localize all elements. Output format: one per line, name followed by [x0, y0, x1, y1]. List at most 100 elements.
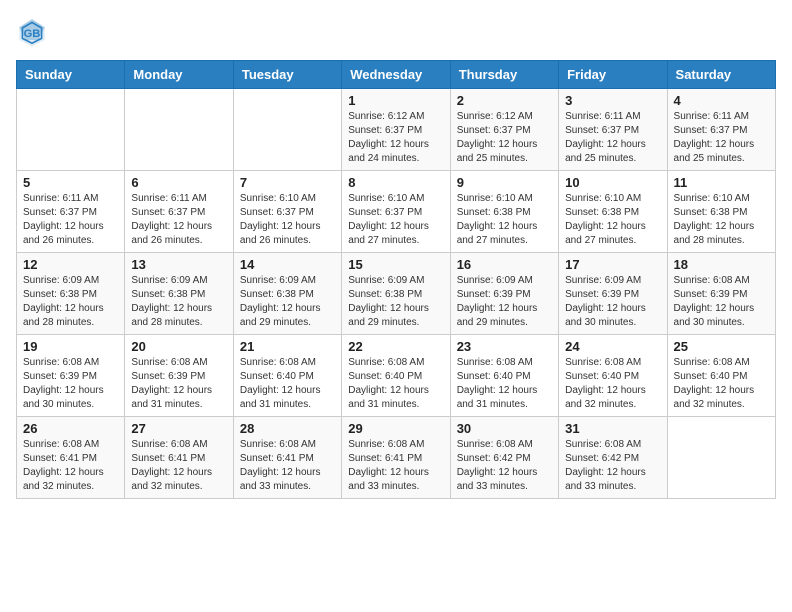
day-number: 9: [457, 175, 552, 190]
calendar-week-4: 26 Sunrise: 6:08 AM Sunset: 6:41 PM Dayli…: [17, 417, 776, 499]
day-number: 12: [23, 257, 118, 272]
calendar-cell: 25 Sunrise: 6:08 AM Sunset: 6:40 PM Dayli…: [667, 335, 775, 417]
calendar-cell: 5 Sunrise: 6:11 AM Sunset: 6:37 PM Daylig…: [17, 171, 125, 253]
calendar-cell: 1 Sunrise: 6:12 AM Sunset: 6:37 PM Daylig…: [342, 89, 450, 171]
day-info: Sunrise: 6:11 AM Sunset: 6:37 PM Dayligh…: [131, 192, 226, 248]
day-info: Sunrise: 6:10 AM Sunset: 6:37 PM Dayligh…: [348, 192, 443, 248]
calendar-cell: 12Sunrise: 6:09 AM Sunset: 6:38 PM Dayli…: [17, 253, 125, 335]
svg-text:GB: GB: [24, 28, 41, 40]
day-info: Sunrise: 6:08 AM Sunset: 6:40 PM Dayligh…: [674, 356, 769, 412]
day-info: Sunrise: 6:12 AM Sunset: 6:37 PM Dayligh…: [348, 110, 443, 166]
day-info: Sunrise: 6:09 AM Sunset: 6:38 PM Dayligh…: [131, 274, 226, 330]
calendar-cell: 13 Sunrise: 6:09 AM Sunset: 6:38 PM Dayli…: [125, 253, 233, 335]
calendar-cell: [667, 417, 775, 499]
col-header-tuesday: Tuesday: [233, 61, 341, 89]
day-info: Sunrise: 6:08 AM Sunset: 6:41 PM Dayligh…: [131, 438, 226, 494]
day-number: 8: [348, 175, 443, 190]
day-number: 1: [348, 93, 443, 108]
calendar-cell: 26 Sunrise: 6:08 AM Sunset: 6:41 PM Dayli…: [17, 417, 125, 499]
calendar-header-row: SundayMondayTuesdayWednesdayThursdayFrid…: [17, 61, 776, 89]
day-info: Sunrise: 6:11 AM Sunset: 6:37 PM Dayligh…: [565, 110, 660, 166]
day-info: Sunrise: 6:08 AM Sunset: 6:42 PM Dayligh…: [565, 438, 660, 494]
day-number: 17: [565, 257, 660, 272]
day-info: Sunrise: 6:09 AM Sunset: 6:38 PM Dayligh…: [348, 274, 443, 330]
day-number: 11: [674, 175, 769, 190]
day-info: Sunrise: 6:11 AM Sunset: 6:37 PM Dayligh…: [23, 192, 118, 248]
col-header-friday: Friday: [559, 61, 667, 89]
calendar-cell: 10 Sunrise: 6:10 AM Sunset: 6:38 PM Dayli…: [559, 171, 667, 253]
col-header-wednesday: Wednesday: [342, 61, 450, 89]
day-number: 25: [674, 339, 769, 354]
day-number: 4: [674, 93, 769, 108]
calendar-cell: 20 Sunrise: 6:08 AM Sunset: 6:39 PM Dayli…: [125, 335, 233, 417]
day-number: 26: [23, 421, 118, 436]
calendar-cell: 17Sunrise: 6:09 AM Sunset: 6:39 PM Dayli…: [559, 253, 667, 335]
day-number: 29: [348, 421, 443, 436]
calendar-week-3: 19 Sunrise: 6:08 AM Sunset: 6:39 PM Dayli…: [17, 335, 776, 417]
day-number: 21: [240, 339, 335, 354]
col-header-thursday: Thursday: [450, 61, 558, 89]
calendar-cell: 7 Sunrise: 6:10 AM Sunset: 6:37 PM Daylig…: [233, 171, 341, 253]
calendar-cell: 2 Sunrise: 6:12 AM Sunset: 6:37 PM Daylig…: [450, 89, 558, 171]
day-number: 15: [348, 257, 443, 272]
day-number: 22: [348, 339, 443, 354]
day-info: Sunrise: 6:10 AM Sunset: 6:37 PM Dayligh…: [240, 192, 335, 248]
day-number: 14: [240, 257, 335, 272]
calendar-cell: 24 Sunrise: 6:08 AM Sunset: 6:40 PM Dayli…: [559, 335, 667, 417]
day-info: Sunrise: 6:08 AM Sunset: 6:41 PM Dayligh…: [348, 438, 443, 494]
day-info: Sunrise: 6:11 AM Sunset: 6:37 PM Dayligh…: [674, 110, 769, 166]
day-info: Sunrise: 6:09 AM Sunset: 6:39 PM Dayligh…: [457, 274, 552, 330]
day-number: 6: [131, 175, 226, 190]
day-number: 10: [565, 175, 660, 190]
day-number: 16: [457, 257, 552, 272]
calendar-week-0: 1 Sunrise: 6:12 AM Sunset: 6:37 PM Daylig…: [17, 89, 776, 171]
day-number: 20: [131, 339, 226, 354]
day-number: 7: [240, 175, 335, 190]
calendar-week-1: 5 Sunrise: 6:11 AM Sunset: 6:37 PM Daylig…: [17, 171, 776, 253]
day-info: Sunrise: 6:10 AM Sunset: 6:38 PM Dayligh…: [565, 192, 660, 248]
day-number: 27: [131, 421, 226, 436]
calendar-cell: 8 Sunrise: 6:10 AM Sunset: 6:37 PM Daylig…: [342, 171, 450, 253]
calendar-cell: 29 Sunrise: 6:08 AM Sunset: 6:41 PM Dayli…: [342, 417, 450, 499]
day-number: 13: [131, 257, 226, 272]
calendar-cell: 19 Sunrise: 6:08 AM Sunset: 6:39 PM Dayli…: [17, 335, 125, 417]
day-info: Sunrise: 6:08 AM Sunset: 6:39 PM Dayligh…: [23, 356, 118, 412]
calendar-cell: 11 Sunrise: 6:10 AM Sunset: 6:38 PM Dayli…: [667, 171, 775, 253]
calendar-cell: 15 Sunrise: 6:09 AM Sunset: 6:38 PM Dayli…: [342, 253, 450, 335]
day-number: 2: [457, 93, 552, 108]
calendar-week-2: 12 Sunrise: 6:09 AM Sunset: 6:38 PM Dayli…: [17, 253, 776, 335]
calendar-cell: 21Sunrise: 6:08 AM Sunset: 6:40 PM Dayli…: [233, 335, 341, 417]
day-number: 23: [457, 339, 552, 354]
calendar-cell: [233, 89, 341, 171]
col-header-saturday: Saturday: [667, 61, 775, 89]
day-number: 24: [565, 339, 660, 354]
calendar-cell: 16 Sunrise: 6:09 AM Sunset: 6:39 PM Dayli…: [450, 253, 558, 335]
col-header-sunday: Sunday: [17, 61, 125, 89]
day-number: 19: [23, 339, 118, 354]
day-info: Sunrise: 6:08 AM Sunset: 6:41 PM Dayligh…: [23, 438, 118, 494]
calendar-cell: 28 Sunrise: 6:08 AM Sunset: 6:41 PM Dayli…: [233, 417, 341, 499]
day-info: Sunrise: 6:08 AM Sunset: 6:42 PM Dayligh…: [457, 438, 552, 494]
col-header-monday: Monday: [125, 61, 233, 89]
day-info: Sunrise: 6:08 AM Sunset: 6:40 PM Dayligh…: [565, 356, 660, 412]
calendar-cell: 31 Sunrise: 6:08 AM Sunset: 6:42 PM Dayli…: [559, 417, 667, 499]
day-info: Sunrise: 6:08 AM Sunset: 6:40 PM Dayligh…: [348, 356, 443, 412]
day-info: Sunrise: 6:08 AM Sunset: 6:39 PM Dayligh…: [131, 356, 226, 412]
day-number: 3: [565, 93, 660, 108]
calendar-cell: 30 Sunrise: 6:08 AM Sunset: 6:42 PM Dayli…: [450, 417, 558, 499]
logo-icon: GB: [16, 16, 48, 48]
calendar-cell: 14Sunrise: 6:09 AM Sunset: 6:38 PM Dayli…: [233, 253, 341, 335]
day-info: Sunrise: 6:12 AM Sunset: 6:37 PM Dayligh…: [457, 110, 552, 166]
page: GB SundayMondayTuesdayWednesdayThursdayF…: [0, 0, 792, 515]
day-info: Sunrise: 6:08 AM Sunset: 6:41 PM Dayligh…: [240, 438, 335, 494]
day-info: Sunrise: 6:10 AM Sunset: 6:38 PM Dayligh…: [674, 192, 769, 248]
calendar-cell: 27 Sunrise: 6:08 AM Sunset: 6:41 PM Dayli…: [125, 417, 233, 499]
day-info: Sunrise: 6:10 AM Sunset: 6:38 PM Dayligh…: [457, 192, 552, 248]
calendar-cell: 18Sunrise: 6:08 AM Sunset: 6:39 PM Dayli…: [667, 253, 775, 335]
day-number: 5: [23, 175, 118, 190]
day-number: 30: [457, 421, 552, 436]
day-number: 28: [240, 421, 335, 436]
header: GB: [16, 16, 776, 48]
calendar-cell: [125, 89, 233, 171]
day-number: 31: [565, 421, 660, 436]
